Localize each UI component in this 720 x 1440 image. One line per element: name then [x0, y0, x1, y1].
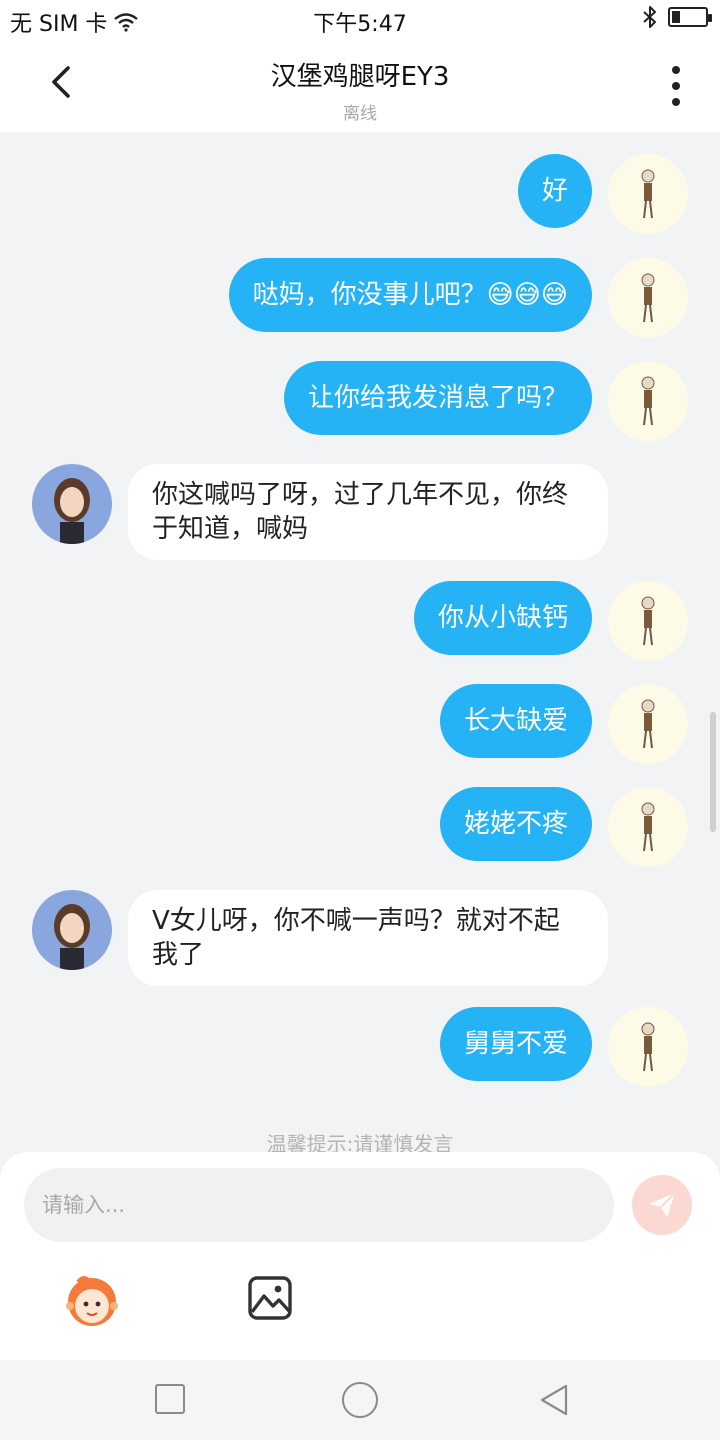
message-bubble[interactable]: 让你给我发消息了吗？: [283, 361, 592, 435]
input-panel: [0, 1152, 720, 1360]
battery-icon: [668, 7, 712, 27]
chat-area[interactable]: 好 哒妈，你没事儿吧？😅😅😅 让你给我发消息了吗？ 你这喊吗了呀，过了几年不见，…: [0, 132, 720, 1152]
my-avatar[interactable]: [608, 154, 688, 234]
home-icon[interactable]: [342, 1382, 378, 1418]
send-icon: [649, 1192, 676, 1217]
my-avatar[interactable]: [608, 684, 688, 764]
scrollbar[interactable]: [710, 712, 716, 832]
chat-header: 汉堡鸡腿呀EY3 离线: [0, 38, 720, 132]
message-row: V女儿呀，你不喊一声吗？就对不起我了: [32, 890, 608, 986]
message-bubble[interactable]: 你从小缺钙: [413, 581, 592, 655]
my-avatar[interactable]: [608, 1007, 688, 1087]
contact-avatar[interactable]: [32, 464, 112, 544]
message-row: 长大缺爱: [439, 684, 688, 764]
my-avatar[interactable]: [608, 787, 688, 867]
title-block: 汉堡鸡腿呀EY3 离线: [0, 56, 720, 124]
message-row: 你这喊吗了呀，过了几年不见，你终于知道，喊妈: [32, 464, 608, 560]
message-row: 你从小缺钙: [413, 581, 688, 661]
message-bubble[interactable]: 你这喊吗了呀，过了几年不见，你终于知道，喊妈: [128, 464, 608, 560]
message-bubble[interactable]: V女儿呀，你不喊一声吗？就对不起我了: [128, 890, 608, 986]
status-time: 下午5:47: [313, 12, 407, 37]
message-row: 舅舅不爱: [439, 1007, 688, 1087]
message-row: 好: [517, 154, 688, 234]
image-icon[interactable]: [246, 1274, 294, 1322]
nav-back-icon[interactable]: [536, 1382, 572, 1418]
message-row: 姥姥不疼: [439, 787, 688, 867]
message-bubble[interactable]: 好: [517, 154, 592, 228]
message-bubble[interactable]: 哒妈，你没事儿吧？😅😅😅: [228, 258, 592, 332]
emoji-icon[interactable]: [60, 1272, 124, 1328]
message-row: 哒妈，你没事儿吧？😅😅😅: [228, 258, 688, 338]
send-button[interactable]: [632, 1175, 692, 1235]
recent-apps-icon[interactable]: [155, 1384, 185, 1414]
online-status: 离线: [343, 104, 377, 124]
message-row: 让你给我发消息了吗？: [283, 361, 688, 441]
status-bar: 无 SIM 卡 下午5:47: [0, 0, 720, 38]
system-nav-bar: [0, 1360, 720, 1440]
contact-avatar[interactable]: [32, 890, 112, 970]
message-input[interactable]: [24, 1168, 614, 1242]
status-right: [642, 6, 712, 28]
message-bubble[interactable]: 长大缺爱: [439, 684, 592, 758]
my-avatar[interactable]: [608, 361, 688, 441]
message-bubble[interactable]: 姥姥不疼: [439, 787, 592, 861]
bluetooth-icon: [643, 6, 656, 28]
message-bubble[interactable]: 舅舅不爱: [439, 1007, 592, 1081]
my-avatar[interactable]: [608, 581, 688, 661]
more-icon[interactable]: [666, 66, 686, 106]
chat-title: 汉堡鸡腿呀EY3: [270, 62, 450, 92]
my-avatar[interactable]: [608, 258, 688, 338]
